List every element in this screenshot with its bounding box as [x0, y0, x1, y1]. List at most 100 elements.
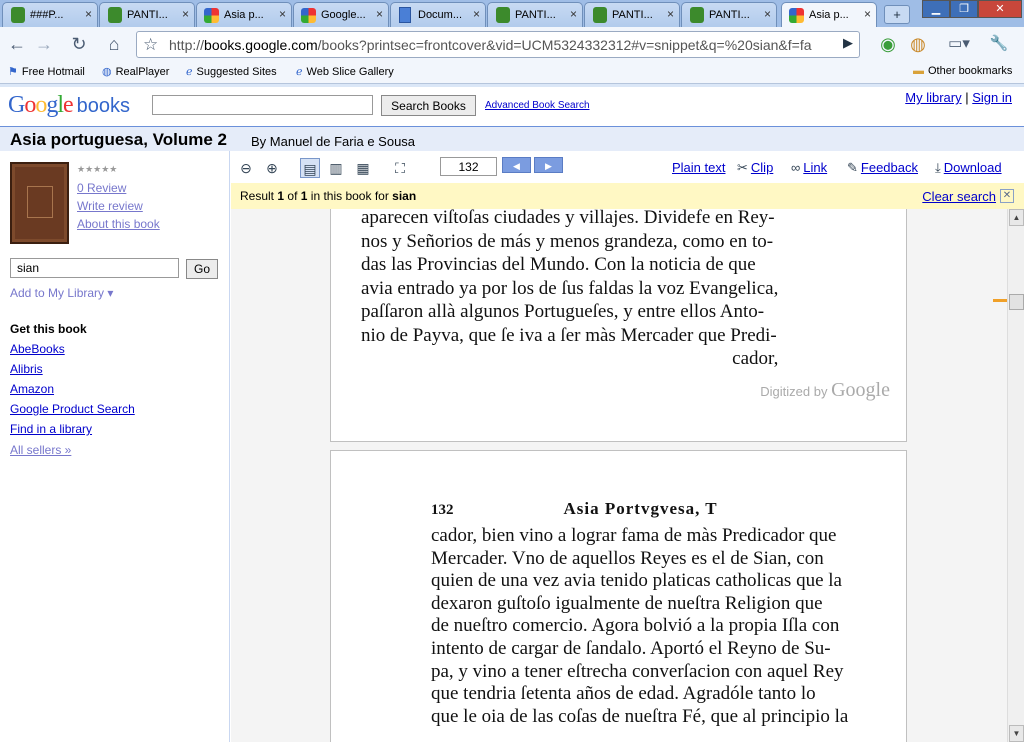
close-icon[interactable]: ×: [182, 7, 189, 21]
seller-find-in-library[interactable]: Find in a library: [10, 422, 92, 436]
books-page: Google books Search Books Advanced Book S…: [0, 87, 1024, 742]
all-sellers-link[interactable]: All sellers »: [10, 443, 71, 457]
google-books-logo[interactable]: Google books: [8, 92, 130, 119]
thumbnail-view-icon[interactable]: ▦: [353, 158, 373, 178]
maximize-button[interactable]: ❐: [950, 0, 978, 18]
cactus-icon: [593, 7, 607, 23]
scroll-thumb[interactable]: [1009, 294, 1024, 310]
rating-stars-icon: ★★★★★: [77, 164, 118, 174]
cactus-icon: [690, 7, 704, 23]
seller-google-product-search[interactable]: Google Product Search: [10, 402, 135, 416]
wrench-icon[interactable]: 🔧: [986, 32, 1012, 56]
scroll-up-icon[interactable]: ▲: [1009, 209, 1024, 226]
clip-link[interactable]: ✂ Clip: [737, 160, 773, 176]
clip-icon: ✂: [737, 160, 748, 175]
fullscreen-icon[interactable]: ⛶: [390, 158, 410, 178]
bookmarks-bar: ⚑ Free Hotmail ◍ RealPlayer ℯ Suggested Sit…: [0, 62, 1024, 84]
close-icon[interactable]: ×: [376, 7, 383, 21]
write-review-link[interactable]: Write review: [77, 199, 143, 213]
viewer-scrollbar[interactable]: ▲ ▼: [1007, 209, 1024, 742]
single-page-view-icon[interactable]: ▤: [300, 158, 320, 178]
feedback-link[interactable]: ✎ Feedback: [847, 160, 918, 176]
books-search-input[interactable]: [152, 95, 373, 115]
browser-tab[interactable]: Google... ×: [293, 2, 389, 27]
previous-page-button[interactable]: ◀: [502, 157, 531, 173]
browser-tab-active[interactable]: Asia p... ×: [781, 2, 877, 28]
review-count-link[interactable]: 0 Review: [77, 181, 126, 195]
close-icon[interactable]: ×: [473, 7, 480, 21]
browser-tab[interactable]: PANTI... ×: [681, 2, 777, 27]
advanced-search-link[interactable]: Advanced Book Search: [485, 100, 590, 111]
my-library-link[interactable]: My library: [905, 90, 961, 105]
page-menu-icon[interactable]: ▭▾: [946, 32, 972, 56]
extension-icon[interactable]: ◉: [875, 32, 901, 56]
minimize-button[interactable]: ▁: [922, 0, 950, 18]
browser-tab[interactable]: PANTI... ×: [99, 2, 195, 27]
close-icon[interactable]: ×: [667, 7, 674, 21]
google-books-icon: [204, 8, 219, 23]
plain-text-link[interactable]: Plain text: [672, 160, 725, 175]
go-arrow-icon[interactable]: ▶: [843, 35, 853, 51]
address-bar[interactable]: ☆ http://books.google.com/books?printsec…: [136, 31, 860, 58]
book-page-viewer[interactable]: aparecen viſtoſas ciudades y villajes. D…: [231, 209, 1007, 742]
new-tab-button[interactable]: +: [884, 5, 910, 24]
clear-search-link[interactable]: Clear search: [922, 189, 996, 204]
book-author: By Manuel de Faria e Sousa: [251, 134, 416, 149]
browser-tab[interactable]: ###P... ×: [2, 2, 98, 27]
nav-bar: ← → ↻ ⌂ ☆ http://books.google.com/books?…: [0, 27, 1024, 62]
download-icon: ⤓: [935, 160, 941, 175]
google-icon: [301, 8, 316, 23]
search-in-book-input[interactable]: [10, 258, 179, 278]
zoom-out-icon[interactable]: ⊖: [236, 158, 256, 178]
account-links: My library | Sign in: [905, 90, 1012, 105]
page-running-head: 132 Asia Portvgvesa, T: [431, 499, 718, 518]
seller-abebooks[interactable]: AbeBooks: [10, 342, 65, 356]
realplayer-extension-icon[interactable]: ◍: [905, 32, 931, 56]
book-cover-thumbnail[interactable]: [10, 162, 69, 244]
page-number-input[interactable]: [440, 157, 497, 176]
close-icon[interactable]: ×: [279, 7, 286, 21]
book-page: 132 Asia Portvgvesa, T cador, bien vino a…: [330, 450, 907, 742]
reload-button[interactable]: ↻: [66, 32, 92, 56]
google-books-icon: [789, 8, 804, 23]
star-icon[interactable]: ☆: [143, 35, 158, 55]
tab-strip: ###P... × PANTI... × Asia p... × Google... ×…: [0, 0, 1024, 28]
link-link[interactable]: ∞ Link: [791, 160, 827, 175]
next-page-button[interactable]: ▶: [534, 157, 563, 173]
url-text[interactable]: http://books.google.com/books?printsec=f…: [169, 37, 825, 53]
browser-tab[interactable]: PANTI... ×: [584, 2, 680, 27]
browser-tab[interactable]: Docum... ×: [390, 2, 486, 27]
close-icon[interactable]: ✕: [1000, 189, 1014, 203]
logo-google: Google: [8, 92, 74, 118]
zoom-in-icon[interactable]: ⊕: [262, 158, 282, 178]
add-to-library-link[interactable]: Add to My Library ▾: [10, 286, 113, 300]
close-icon[interactable]: ×: [864, 7, 871, 21]
two-page-view-icon[interactable]: ▥: [326, 158, 346, 178]
scroll-down-icon[interactable]: ▼: [1009, 725, 1024, 742]
home-button[interactable]: ⌂: [101, 32, 127, 56]
browser-tab[interactable]: Asia p... ×: [196, 2, 292, 27]
bookmark-web-slice-gallery[interactable]: ℯ Web Slice Gallery: [296, 65, 394, 78]
google-docs-icon: [399, 7, 411, 23]
close-icon[interactable]: ×: [570, 7, 577, 21]
seller-amazon[interactable]: Amazon: [10, 382, 54, 396]
search-books-button[interactable]: Search Books: [381, 95, 476, 116]
bookmark-suggested-sites[interactable]: ℯ Suggested Sites: [186, 65, 277, 78]
bookmark-realplayer[interactable]: ◍ RealPlayer: [102, 65, 169, 78]
book-title-bar: Asia portuguesa, Volume 2 By Manuel de F…: [0, 126, 1024, 151]
close-icon[interactable]: ×: [764, 7, 771, 21]
back-button[interactable]: ←: [4, 32, 30, 56]
search-in-book-go-button[interactable]: Go: [186, 259, 218, 279]
browser-tab[interactable]: PANTI... ×: [487, 2, 583, 27]
bookmark-free-hotmail[interactable]: ⚑ Free Hotmail: [8, 65, 85, 78]
seller-alibris[interactable]: Alibris: [10, 362, 43, 376]
digitized-by-google-watermark: Digitized by Google: [760, 379, 890, 401]
download-link[interactable]: ⤓ Download: [935, 160, 1002, 176]
sign-in-link[interactable]: Sign in: [972, 90, 1012, 105]
about-book-link[interactable]: About this book: [77, 217, 160, 231]
close-window-button[interactable]: ✕: [978, 0, 1022, 18]
close-icon[interactable]: ×: [85, 7, 92, 21]
forward-button[interactable]: →: [31, 32, 57, 56]
other-bookmarks[interactable]: ▬ Other bookmarks: [913, 65, 1012, 77]
folder-icon: ▬: [913, 65, 924, 77]
